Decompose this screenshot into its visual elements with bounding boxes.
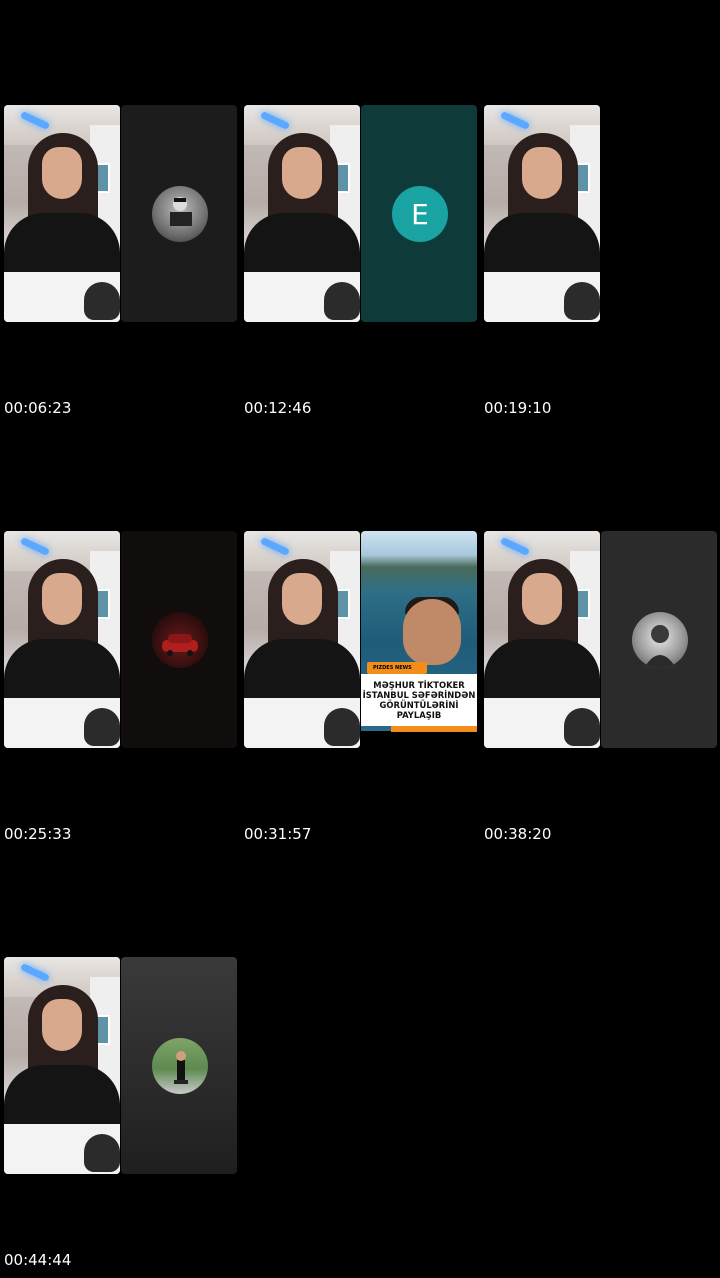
remote-participant-pane bbox=[121, 105, 237, 322]
camera-feed-girl bbox=[244, 531, 360, 748]
camera-feed-girl bbox=[244, 105, 360, 322]
news-headline-card: MƏŞHUR TİKTOKER İSTANBUL SƏFƏRİNDƏN GÖRÜ… bbox=[361, 674, 477, 726]
timestamp: 00:44:44 bbox=[4, 1251, 72, 1269]
letter-avatar: E bbox=[392, 186, 448, 242]
camera-feed-girl bbox=[4, 531, 120, 748]
camera-feed-girl bbox=[4, 105, 120, 322]
camera-feed-girl bbox=[484, 531, 600, 748]
video-frame-1[interactable] bbox=[4, 105, 237, 322]
news-pane: PIZDES NEWS MƏŞHUR TİKTOKER İSTANBUL SƏF… bbox=[361, 531, 477, 748]
person-outdoors-photo-icon bbox=[152, 1038, 208, 1094]
video-frame-5[interactable]: PIZDES NEWS MƏŞHUR TİKTOKER İSTANBUL SƏF… bbox=[244, 531, 477, 748]
timestamp: 00:31:57 bbox=[244, 825, 312, 843]
news-headline: MƏŞHUR TİKTOKER İSTANBUL SƏFƏRİNDƏN GÖRÜ… bbox=[362, 680, 476, 720]
remote-participant-pane bbox=[601, 531, 717, 748]
video-frame-4[interactable] bbox=[4, 531, 237, 748]
camera-feed-girl bbox=[484, 105, 600, 322]
timestamp: 00:25:33 bbox=[4, 825, 72, 843]
avatar-letter: E bbox=[411, 197, 429, 231]
video-frame-7[interactable] bbox=[4, 957, 237, 1174]
camera-feed-girl bbox=[4, 957, 120, 1174]
news-badge: PIZDES NEWS bbox=[367, 662, 427, 674]
video-frame-3[interactable] bbox=[484, 105, 717, 322]
portrait-photo-icon bbox=[632, 612, 688, 668]
video-frame-6[interactable] bbox=[484, 531, 717, 748]
vintage-photo-icon bbox=[152, 186, 208, 242]
remote-participant-pane bbox=[121, 957, 237, 1174]
car-photo-icon bbox=[152, 612, 208, 668]
timestamp: 00:19:10 bbox=[484, 399, 552, 417]
video-frame-2[interactable]: E bbox=[244, 105, 477, 322]
timestamp: 00:06:23 bbox=[4, 399, 72, 417]
timestamp: 00:38:20 bbox=[484, 825, 552, 843]
news-person bbox=[403, 599, 461, 665]
timestamp: 00:12:46 bbox=[244, 399, 312, 417]
remote-participant-pane bbox=[121, 531, 237, 748]
remote-participant-pane: E bbox=[361, 105, 477, 322]
